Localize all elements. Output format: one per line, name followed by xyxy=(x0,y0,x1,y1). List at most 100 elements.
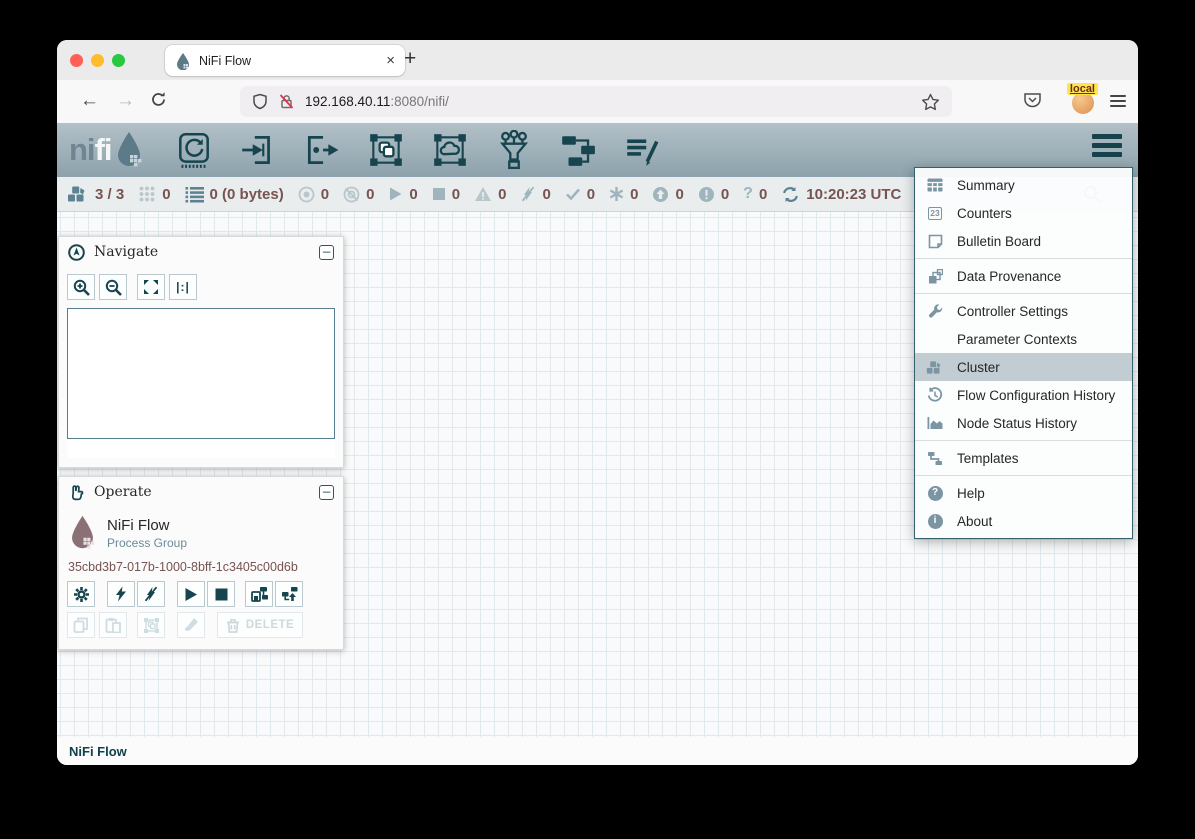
close-tab-icon[interactable]: × xyxy=(386,53,395,68)
tab-title: NiFi Flow xyxy=(199,54,386,68)
close-window-button[interactable] xyxy=(70,54,83,67)
menu-item-parameter-contexts[interactable]: Parameter Contexts xyxy=(915,325,1132,353)
funnel-icon[interactable] xyxy=(494,130,534,170)
queued-value: 0 (0 bytes) xyxy=(210,186,284,203)
browser-tab[interactable]: NiFi Flow × xyxy=(165,45,405,76)
menu-item-templates[interactable]: Templates xyxy=(915,444,1132,472)
operate-title: Operate xyxy=(94,484,319,500)
url-text[interactable]: 192.168.40.11:8080/nifi/ xyxy=(305,94,921,109)
minimize-window-button[interactable] xyxy=(91,54,104,67)
bulletin-board-icon xyxy=(926,234,944,249)
url-bar[interactable]: 192.168.40.11:8080/nifi/ xyxy=(240,86,952,117)
menu-item-help[interactable]: ? Help xyxy=(915,479,1132,507)
up-to-date-check-icon xyxy=(565,187,581,201)
menu-item-label: Cluster xyxy=(957,360,1000,375)
menu-item-data-provenance[interactable]: Data Provenance xyxy=(915,262,1132,290)
new-tab-button[interactable]: + xyxy=(404,47,416,71)
operate-buttons-row-1 xyxy=(59,576,343,607)
templates-icon xyxy=(926,451,944,466)
reload-button[interactable] xyxy=(150,91,167,108)
queue-icon xyxy=(185,186,204,203)
nifi-favicon-icon xyxy=(175,52,191,70)
fill-color-brush-button[interactable] xyxy=(177,612,205,638)
birdseye-container xyxy=(67,308,335,458)
traffic-lights xyxy=(70,54,125,67)
output-port-icon[interactable] xyxy=(302,130,342,170)
collapse-navigate-button[interactable]: − xyxy=(319,245,334,260)
zoom-fit-button[interactable] xyxy=(137,274,165,300)
menu-item-flow-configuration-history[interactable]: Flow Configuration History xyxy=(915,381,1132,409)
menu-item-cluster[interactable]: Cluster xyxy=(915,353,1132,381)
input-port-icon[interactable] xyxy=(238,130,278,170)
menu-item-label: Parameter Contexts xyxy=(957,332,1077,347)
collapse-operate-button[interactable]: − xyxy=(319,485,334,500)
history-icon xyxy=(926,387,944,403)
bookmark-star-icon[interactable] xyxy=(921,93,940,111)
process-group-icon[interactable] xyxy=(366,130,406,170)
refresh-icon[interactable] xyxy=(781,186,800,203)
paste-button[interactable] xyxy=(99,612,127,638)
upload-template-button[interactable] xyxy=(275,581,303,607)
menu-item-counters[interactable]: 23 Counters xyxy=(915,199,1132,227)
nifi-logo: nifi xyxy=(69,130,144,170)
counters-icon: 23 xyxy=(926,207,944,220)
menu-item-about[interactable]: i About xyxy=(915,507,1132,535)
back-button[interactable]: ← xyxy=(80,90,99,112)
group-button[interactable] xyxy=(137,612,165,638)
menu-divider xyxy=(915,258,1132,259)
configure-button[interactable] xyxy=(67,581,95,607)
global-menu-button[interactable] xyxy=(1092,134,1122,161)
zoom-window-button[interactable] xyxy=(112,54,125,67)
delete-button-label: DELETE xyxy=(246,619,294,631)
sync-failure-value: 0 xyxy=(759,186,767,203)
active-threads-value: 0 xyxy=(162,186,170,203)
help-icon: ? xyxy=(926,486,944,501)
zoom-out-button[interactable] xyxy=(99,274,127,300)
connected-nodes-value: 3 / 3 xyxy=(95,186,124,203)
wrench-icon xyxy=(926,304,944,319)
exclamation-circle-icon xyxy=(698,186,715,203)
sync-failure-status: ? 0 xyxy=(743,185,767,203)
operate-palette: Operate − NiFi Flow Process Group 35cbd3… xyxy=(58,476,344,650)
delete-button[interactable]: DELETE xyxy=(217,612,303,638)
breadcrumb[interactable]: NiFi Flow xyxy=(69,744,127,759)
url-host: 192.168.40.11 xyxy=(305,94,390,109)
forward-button[interactable]: → xyxy=(116,90,135,112)
stale-status: 0 xyxy=(652,186,683,203)
browser-menu-button[interactable] xyxy=(1110,92,1126,110)
processor-icon[interactable] xyxy=(174,130,214,170)
profile-avatar[interactable] xyxy=(1072,92,1094,114)
remote-process-group-icon[interactable] xyxy=(430,130,470,170)
running-icon xyxy=(388,186,403,202)
navigate-buttons: |:| xyxy=(59,267,343,302)
summary-icon xyxy=(926,178,944,192)
transmitting-status: 0 xyxy=(298,186,329,203)
menu-item-node-status-history[interactable]: Node Status History xyxy=(915,409,1132,437)
menu-item-summary[interactable]: Summary xyxy=(915,171,1132,199)
zoom-actual-button[interactable]: |:| xyxy=(169,274,197,300)
stopped-icon xyxy=(432,187,446,201)
stop-button[interactable] xyxy=(207,581,235,607)
stopped-value: 0 xyxy=(452,186,460,203)
zoom-in-button[interactable] xyxy=(67,274,95,300)
connected-nodes-status: 3 / 3 xyxy=(67,185,124,203)
navigate-title: Navigate xyxy=(94,244,319,260)
pocket-icon[interactable] xyxy=(1023,92,1042,109)
menu-divider xyxy=(915,293,1132,294)
selected-component: NiFi Flow Process Group xyxy=(59,507,343,552)
birdseye-view[interactable] xyxy=(67,308,335,439)
start-button[interactable] xyxy=(177,581,205,607)
save-template-button[interactable] xyxy=(245,581,273,607)
disable-button[interactable] xyxy=(137,581,165,607)
label-icon[interactable] xyxy=(622,130,662,170)
shield-icon[interactable] xyxy=(252,93,268,110)
menu-item-bulletin-board[interactable]: Bulletin Board xyxy=(915,227,1132,255)
enable-button[interactable] xyxy=(107,581,135,607)
menu-item-controller-settings[interactable]: Controller Settings xyxy=(915,297,1132,325)
component-toolbar xyxy=(174,130,662,170)
insecure-lock-icon[interactable] xyxy=(278,93,295,110)
copy-button[interactable] xyxy=(67,612,95,638)
locally-modified-and-stale-status: 0 xyxy=(698,186,729,203)
url-path: :8080/nifi/ xyxy=(390,94,449,109)
template-icon[interactable] xyxy=(558,130,598,170)
